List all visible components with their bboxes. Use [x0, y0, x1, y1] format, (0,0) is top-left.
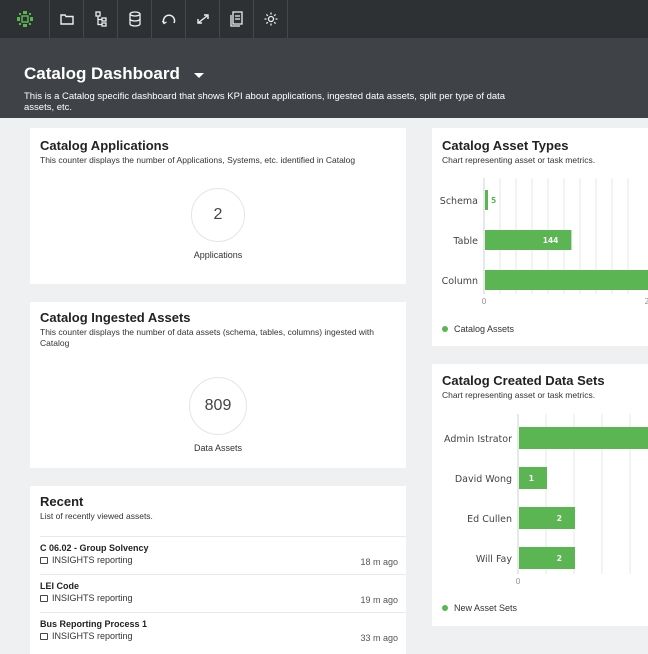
list-item[interactable]: Bus Reporting Process 1 INSIGHTS reporti…: [40, 612, 406, 650]
card-title: Catalog Applications: [40, 138, 169, 153]
report-icon[interactable]: [220, 0, 254, 38]
list-item[interactable]: C 06.02 - Group Solvency INSIGHTS report…: [40, 536, 406, 574]
card-title: Catalog Created Data Sets: [442, 373, 605, 388]
applications-counter: 2: [191, 188, 245, 242]
counter-label: Applications: [193, 250, 243, 260]
data-label: 2: [557, 554, 562, 563]
folder-icon[interactable]: [50, 0, 84, 38]
hierarchy-icon[interactable]: [84, 0, 118, 38]
app-logo-icon[interactable]: [0, 0, 50, 38]
recent-asset-title: Bus Reporting Process 1: [40, 619, 148, 629]
bar: [519, 427, 648, 449]
card-title: Catalog Ingested Assets: [40, 310, 191, 325]
data-assets-counter: 809: [189, 377, 247, 435]
chart-legend: Catalog Assets: [442, 324, 514, 334]
category-label: Schema: [440, 196, 478, 207]
category-label: Table: [452, 236, 478, 247]
legend-dot-icon: [442, 605, 448, 611]
page-title: Catalog Dashboard: [24, 64, 180, 83]
settings-icon[interactable]: [254, 0, 288, 38]
legend-label: New Asset Sets: [454, 603, 518, 613]
link-icon[interactable]: [186, 0, 220, 38]
bar: [485, 230, 572, 250]
data-label: 1: [529, 474, 534, 483]
data-label: 2: [557, 514, 562, 523]
recent-asset-source: INSIGHTS reporting: [52, 631, 133, 641]
bar: [485, 190, 488, 210]
category-label: Ed Cullen: [467, 514, 512, 525]
tick-label: 0: [481, 297, 486, 306]
dashboard-header: Catalog Dashboard This is a Catalog spec…: [0, 38, 648, 118]
asset-types-card: Catalog Asset Types Chart representing a…: [432, 128, 648, 346]
recent-asset-source: INSIGHTS reporting: [52, 593, 133, 603]
legend-dot-icon: [442, 326, 448, 332]
page-description: This is a Catalog specific dashboard tha…: [24, 91, 506, 113]
top-toolbar: [0, 0, 648, 38]
applications-card: Catalog Applications This counter displa…: [30, 128, 406, 284]
recent-asset-source: INSIGHTS reporting: [52, 555, 133, 565]
legend-label: Catalog Assets: [454, 324, 515, 334]
asset-types-chart: Schema 5 Table 144 Column 0 280: [440, 178, 648, 306]
tick-label: 0: [515, 577, 520, 586]
card-description: List of recently viewed assets.: [40, 511, 153, 521]
folder-icon: [40, 556, 48, 564]
refresh-icon[interactable]: [152, 0, 186, 38]
recent-asset-title: C 06.02 - Group Solvency: [40, 543, 149, 553]
data-sets-chart: Admin Istrator David Wong 1 Ed Cullen 2 Will …: [444, 414, 648, 586]
database-icon[interactable]: [118, 0, 152, 38]
bar: [519, 547, 575, 569]
recent-asset-title: LEI Code: [40, 581, 80, 591]
counter-label: Data Assets: [193, 443, 243, 453]
bar: [485, 270, 648, 290]
chart-legend: New Asset Sets: [442, 603, 517, 613]
folder-icon: [40, 632, 48, 640]
folder-icon: [40, 594, 48, 602]
card-description: Chart representing asset or task metrics…: [442, 155, 596, 165]
tick-label: 280: [644, 297, 648, 306]
chevron-down-icon: [193, 72, 204, 78]
card-description: This counter displays the number of data…: [40, 327, 375, 348]
card-title: Recent: [40, 494, 84, 509]
recent-card: Recent List of recently viewed assets. C…: [30, 486, 406, 654]
category-label: David Wong: [455, 474, 512, 485]
data-sets-card: Catalog Created Data Sets Chart represen…: [432, 364, 648, 626]
dashboard-title-dropdown[interactable]: Catalog Dashboard: [24, 64, 636, 84]
bar: [519, 507, 575, 529]
category-label: Column: [442, 276, 478, 287]
data-label: 144: [543, 236, 559, 245]
category-label: Will Fay: [476, 554, 513, 565]
data-label: 5: [491, 196, 496, 205]
recent-asset-time: 18 m ago: [360, 557, 398, 567]
list-item[interactable]: LEI Code INSIGHTS reporting 19 m ago: [40, 574, 406, 612]
recent-asset-time: 19 m ago: [360, 595, 398, 605]
ingested-assets-card: Catalog Ingested Assets This counter dis…: [30, 302, 406, 468]
card-description: Chart representing asset or task metrics…: [442, 390, 596, 400]
card-title: Catalog Asset Types: [442, 138, 569, 153]
card-description: This counter displays the number of Appl…: [40, 155, 356, 165]
recent-asset-time: 33 m ago: [360, 633, 398, 643]
category-label: Admin Istrator: [444, 434, 512, 445]
